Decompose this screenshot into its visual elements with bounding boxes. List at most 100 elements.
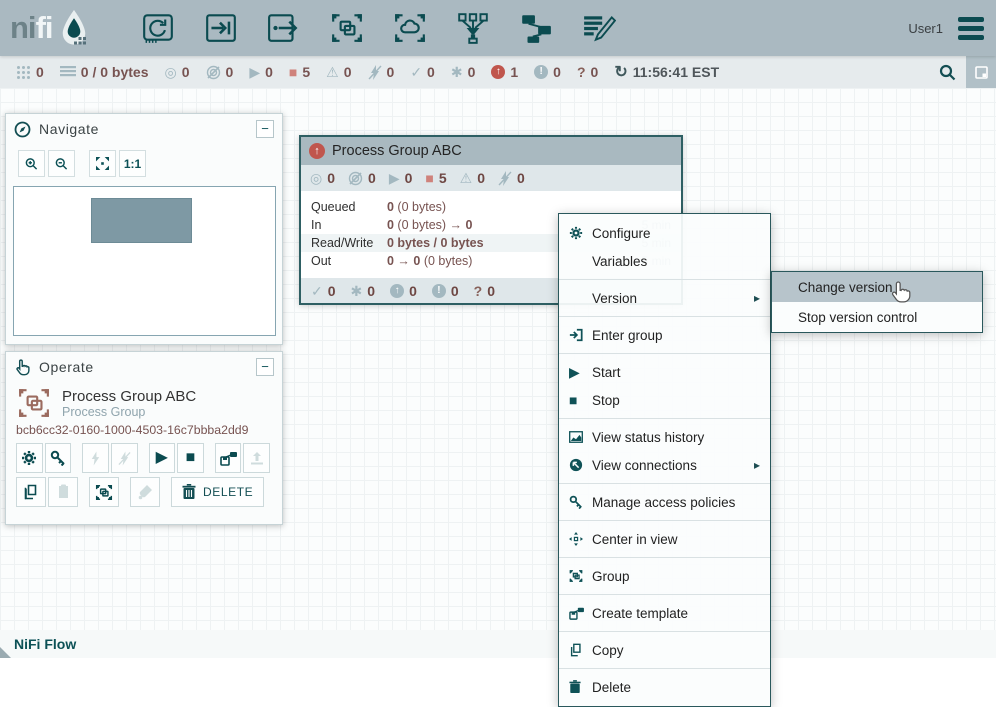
process-group-tool-icon[interactable]: [327, 9, 367, 47]
queued-count: 0 / 0 bytes: [81, 64, 149, 80]
running-icon: ▶: [249, 65, 260, 79]
create-template-button[interactable]: [215, 443, 242, 473]
zoom-fit-button[interactable]: [89, 150, 116, 177]
create-template-icon: [569, 606, 592, 620]
transmitting-count: 0: [182, 64, 190, 80]
breadcrumb-nifi-flow[interactable]: NiFi Flow: [14, 636, 76, 652]
current-user-label: User1: [908, 21, 943, 36]
template-tool-icon[interactable]: [516, 9, 556, 47]
menu-item-configure[interactable]: Configure: [559, 219, 770, 247]
menu-separator: [559, 316, 770, 317]
funnel-tool-icon[interactable]: [453, 9, 493, 47]
operate-buttons-row-2: DELETE: [6, 477, 282, 511]
start-button[interactable]: ▶: [149, 443, 176, 473]
zoom-actual-size-button[interactable]: 1:1: [119, 150, 146, 177]
sync-failure-indicator: ? 0: [577, 64, 598, 80]
pg-locally-modified-stale-count: 0: [451, 283, 459, 299]
menu-item-group[interactable]: Group: [559, 562, 770, 590]
menu-item-variables[interactable]: Variables: [559, 247, 770, 275]
menu-item-manage-access-policies[interactable]: Manage access policies: [559, 488, 770, 516]
upload-template-button[interactable]: [243, 443, 270, 473]
remote-process-group-tool-icon[interactable]: [390, 9, 430, 47]
access-policies-button[interactable]: [45, 443, 72, 473]
refresh-icon[interactable]: ↻: [614, 62, 627, 82]
locally-modified-stale-count: 0: [553, 64, 561, 80]
menu-item-version[interactable]: Version ▸: [559, 284, 770, 312]
search-button[interactable]: [928, 56, 966, 88]
menu-item-create-template[interactable]: Create template: [559, 599, 770, 627]
invalid-indicator: ⚠ 0: [326, 64, 351, 80]
nifi-app: nifi: [0, 0, 996, 658]
asterisk-icon: ✱: [451, 65, 463, 79]
invalid-count: 0: [344, 64, 352, 80]
question-icon: ?: [474, 283, 483, 299]
key-icon: [569, 495, 592, 509]
menu-item-label: Create template: [592, 606, 688, 621]
global-menu-button[interactable]: [958, 17, 984, 40]
menu-item-enter-group[interactable]: Enter group: [559, 321, 770, 349]
panel-toggle-button[interactable]: [966, 56, 996, 88]
pg-transmitting-count: 0: [327, 170, 335, 186]
copy-button[interactable]: [16, 477, 46, 507]
sync-failure-count: 0: [591, 64, 599, 80]
running-count: 0: [265, 64, 273, 80]
submenu-item-label: Change version: [798, 280, 893, 295]
navigate-panel: Navigate − 1:1: [5, 113, 283, 345]
menu-item-start[interactable]: ▶ Start: [559, 358, 770, 386]
process-group-icon: [16, 387, 52, 419]
group-button[interactable]: [89, 477, 119, 507]
processor-tool-icon[interactable]: [138, 9, 178, 47]
configuration-button[interactable]: [16, 443, 43, 473]
transmitting-indicator: ◎ 0: [165, 64, 190, 80]
zoom-out-button[interactable]: [48, 150, 75, 177]
menu-item-label: View connections: [592, 458, 697, 473]
menu-separator: [559, 520, 770, 521]
selected-component: Process Group ABC Process Group: [6, 382, 282, 419]
pg-running-count: 0: [405, 170, 413, 186]
menu-separator: [559, 483, 770, 484]
operate-collapse-button[interactable]: −: [256, 358, 274, 376]
disable-button[interactable]: [111, 443, 138, 473]
active-threads-count: 0: [36, 64, 44, 80]
stop-button[interactable]: ■: [177, 443, 204, 473]
menu-item-delete[interactable]: Delete: [559, 673, 770, 701]
check-icon: ✓: [410, 65, 422, 79]
input-port-tool-icon[interactable]: [201, 9, 241, 47]
delete-button[interactable]: DELETE: [171, 477, 264, 507]
menu-item-center-in-view[interactable]: Center in view: [559, 525, 770, 553]
statusbar: 0 0 / 0 bytes ◎ 0 0 ▶ 0: [0, 56, 996, 88]
birdseye-minimap[interactable]: [13, 186, 276, 336]
minimap-viewport-rect[interactable]: [91, 198, 192, 243]
zoom-in-button[interactable]: [18, 150, 45, 177]
navigate-collapse-button[interactable]: −: [256, 120, 274, 138]
pg-stale-count: 0: [409, 283, 417, 299]
fill-color-button[interactable]: [130, 477, 160, 507]
last-refreshed[interactable]: ↻ 11:56:41 EST: [614, 62, 719, 82]
operate-panel: Operate − Process Group ABC Process Grou…: [5, 351, 283, 525]
menu-separator: [559, 353, 770, 354]
active-threads-indicator: 0: [16, 64, 44, 80]
menu-item-view-connections[interactable]: View connections ▸: [559, 451, 770, 479]
enable-button[interactable]: [82, 443, 109, 473]
context-menu: Configure Variables Version ▸ Enter grou…: [558, 213, 771, 707]
delete-button-label: DELETE: [203, 485, 253, 499]
version-submenu: Change version Stop version control: [771, 271, 983, 333]
statusbar-right: [928, 56, 996, 88]
menu-item-view-status-history[interactable]: View status history: [559, 423, 770, 451]
up-to-date-count: 0: [427, 64, 435, 80]
menu-separator: [559, 668, 770, 669]
locally-modified-indicator: ✱ 0: [451, 64, 476, 80]
output-port-tool-icon[interactable]: [264, 9, 304, 47]
submenu-item-stop-version-control[interactable]: Stop version control: [772, 302, 982, 332]
menu-item-label: Copy: [592, 643, 624, 658]
transmitting-icon: ◎: [310, 171, 322, 185]
process-group-header: ↑ Process Group ABC: [301, 137, 681, 165]
menu-item-label: Center in view: [592, 532, 678, 547]
paste-button[interactable]: [48, 477, 78, 507]
label-tool-icon[interactable]: [579, 9, 619, 47]
check-icon: ✓: [311, 284, 323, 298]
menu-item-stop[interactable]: ■ Stop: [559, 386, 770, 414]
submenu-item-change-version[interactable]: Change version: [772, 272, 982, 302]
up-to-date-indicator: ✓ 0: [410, 64, 435, 80]
menu-item-copy[interactable]: Copy: [559, 636, 770, 664]
